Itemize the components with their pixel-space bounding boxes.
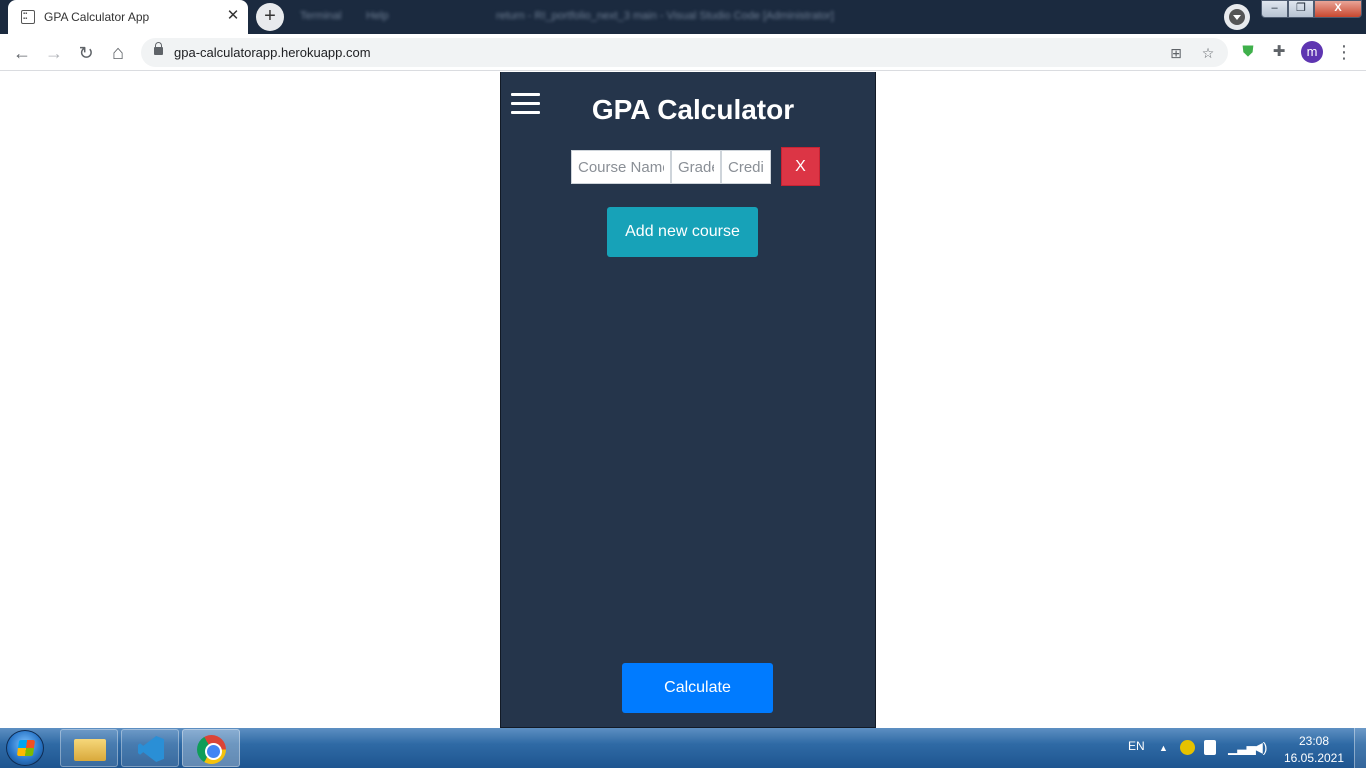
browser-tab[interactable]: ▪▪ ▪▪ GPA Calculator App ✕	[8, 0, 248, 34]
window-minimize-button[interactable]: –	[1261, 0, 1288, 18]
shield-extension-icon[interactable]: ⛊	[1237, 41, 1259, 63]
clock-date[interactable]: 16.05.2021	[1283, 751, 1345, 765]
chrome-icon	[197, 735, 226, 764]
background-window-text: return - RI_portfolio_next_3 main - Visu…	[496, 10, 834, 22]
translate-icon[interactable]: ⊞	[1166, 43, 1186, 63]
vscode-icon	[138, 736, 164, 762]
tab-search-dropdown-icon[interactable]	[1224, 4, 1250, 30]
url-text[interactable]: gpa-calculatorapp.herokuapp.com	[174, 45, 371, 60]
start-button[interactable]	[6, 730, 44, 766]
gpa-calculator-panel: GPA Calculator X Add new course Calculat…	[500, 72, 876, 728]
profile-avatar[interactable]: m	[1301, 41, 1323, 63]
power-icon[interactable]	[1204, 740, 1216, 755]
language-indicator[interactable]: EN	[1128, 739, 1145, 753]
window-close-button[interactable]: X	[1314, 0, 1362, 18]
calculator-favicon-icon: ▪▪ ▪▪	[21, 10, 35, 24]
tray-app-icon[interactable]	[1180, 740, 1195, 755]
background-window-text: Help	[366, 10, 389, 22]
remove-course-button[interactable]: X	[781, 147, 820, 186]
window-maximize-button[interactable]: ❐	[1288, 0, 1314, 18]
page-title: GPA Calculator	[591, 94, 795, 125]
new-tab-button[interactable]: +	[256, 3, 284, 31]
clock-time[interactable]: 23:08	[1290, 734, 1338, 748]
background-window-text: Terminal	[300, 10, 342, 22]
credit-input[interactable]	[721, 150, 771, 184]
home-icon[interactable]: ⌂	[105, 40, 131, 66]
tray-overflow-arrow-icon[interactable]: ▲	[1159, 743, 1168, 753]
volume-icon[interactable]: ◀)	[1252, 739, 1267, 756]
browser-toolbar: ← → ↻ ⌂ gpa-calculatorapp.herokuapp.com …	[0, 34, 1366, 71]
taskbar-vscode[interactable]	[121, 729, 179, 767]
add-course-button[interactable]: Add new course	[607, 207, 758, 257]
page-viewport: GPA Calculator X Add new course Calculat…	[0, 72, 1366, 728]
browser-menu-icon[interactable]: ⋮	[1334, 41, 1354, 63]
windows-taskbar: EN ▲ ▁▃▅ ◀) 23:08 16.05.2021	[0, 728, 1366, 768]
course-name-input[interactable]	[571, 150, 671, 184]
show-desktop-button[interactable]	[1354, 728, 1366, 768]
extensions-puzzle-icon[interactable]: ✚	[1268, 41, 1290, 63]
taskbar-file-explorer[interactable]	[60, 729, 118, 767]
lock-icon[interactable]	[154, 42, 163, 55]
grade-input[interactable]	[671, 150, 721, 184]
back-arrow-icon[interactable]: ←	[9, 40, 35, 66]
reload-icon[interactable]: ↻	[73, 40, 99, 66]
tab-title: GPA Calculator App	[44, 10, 150, 24]
folder-icon	[74, 739, 106, 761]
taskbar-chrome[interactable]	[182, 729, 240, 767]
address-bar[interactable]: gpa-calculatorapp.herokuapp.com ⊞ ☆	[141, 38, 1228, 67]
calculate-button[interactable]: Calculate	[622, 663, 773, 713]
windows-logo-icon	[16, 740, 36, 756]
tab-close-icon[interactable]: ✕	[224, 7, 242, 25]
browser-titlebar: ▪▪ ▪▪ GPA Calculator App ✕ + Terminal He…	[0, 0, 1366, 34]
forward-arrow-icon[interactable]: →	[41, 40, 67, 66]
bookmark-star-icon[interactable]: ☆	[1198, 43, 1218, 63]
